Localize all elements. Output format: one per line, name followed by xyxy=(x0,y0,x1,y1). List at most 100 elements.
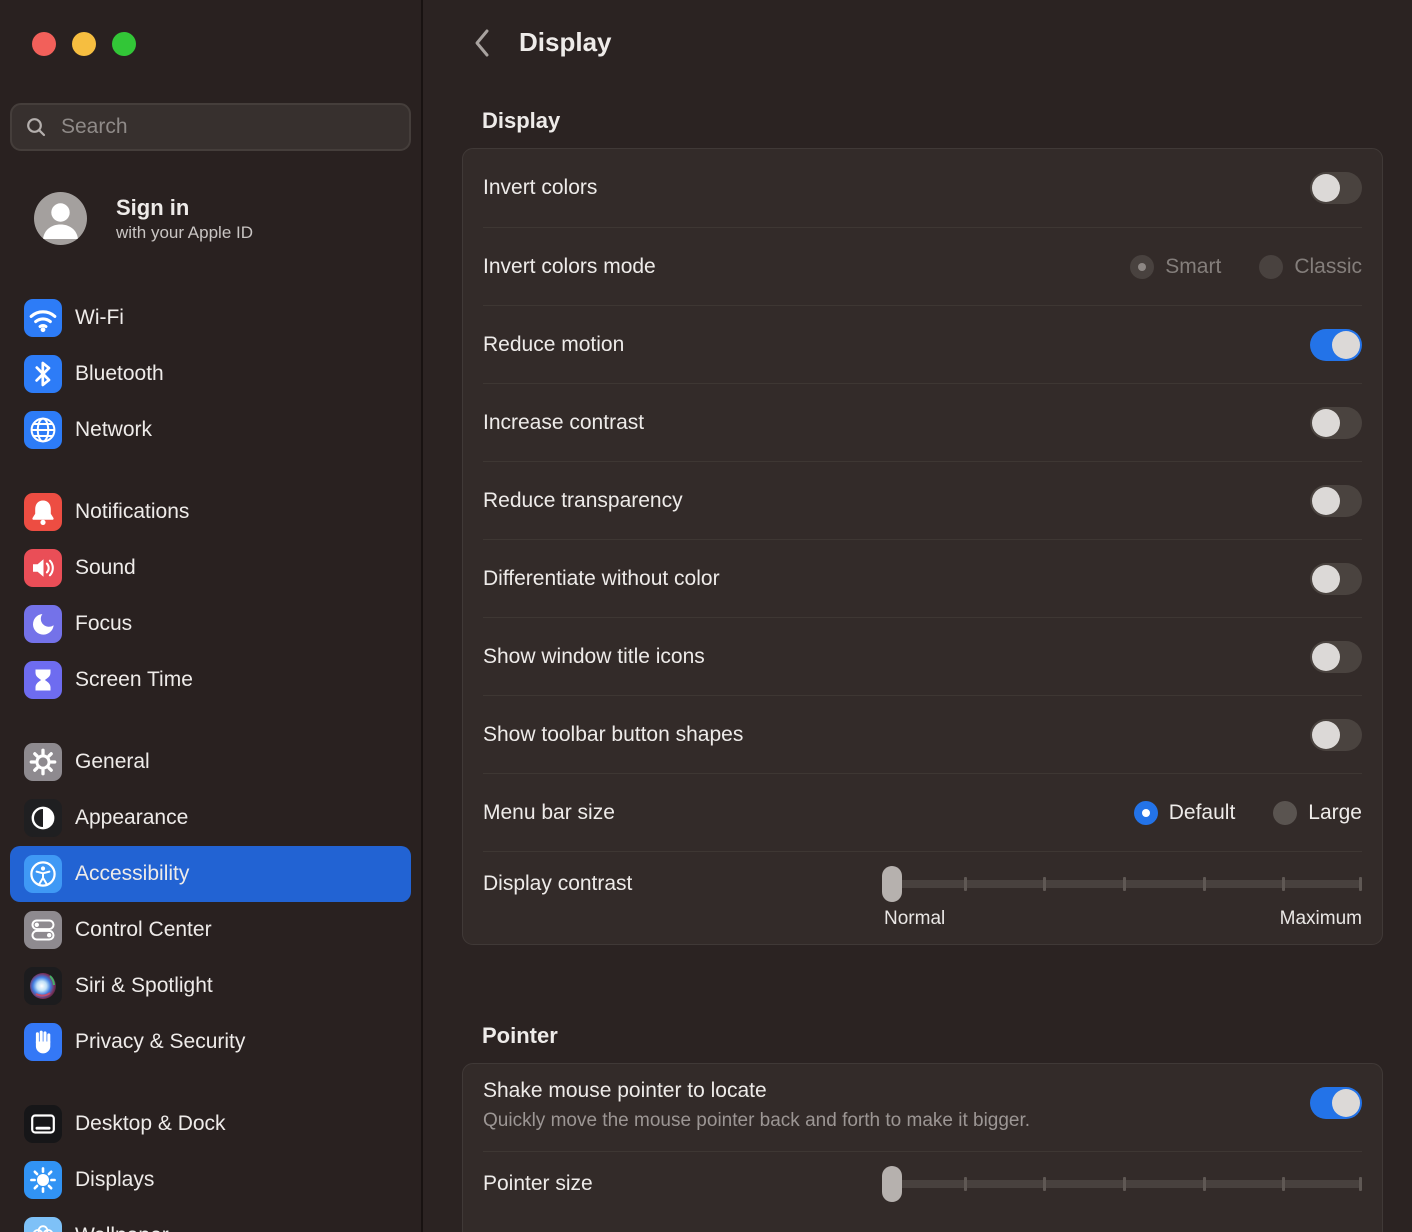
toggle-knob xyxy=(1312,409,1340,437)
row-label-block: Show window title icons xyxy=(483,645,705,669)
show-window-title-icons-toggle[interactable] xyxy=(1310,641,1362,673)
row-label-block: Shake mouse pointer to locateQuickly mov… xyxy=(483,1079,1030,1132)
sidebar-item-label: Control Center xyxy=(75,918,212,942)
radio-selected-icon xyxy=(1130,255,1154,279)
hourglass-icon xyxy=(24,661,62,699)
slider-track-wrap xyxy=(884,866,1362,902)
sidebar-item-accessibility[interactable]: Accessibility xyxy=(10,846,411,902)
bell-icon xyxy=(24,493,62,531)
sidebar-item-control-center[interactable]: Control Center xyxy=(10,902,411,958)
row-invert-colors: Invert colors xyxy=(483,149,1362,227)
toggle-knob xyxy=(1312,643,1340,671)
row-label-block: Invert colors mode xyxy=(483,255,656,279)
sidebar-item-privacy-security[interactable]: Privacy & Security xyxy=(10,1014,411,1070)
sidebar-item-label: Bluetooth xyxy=(75,362,164,386)
slider-tick xyxy=(1043,1177,1046,1191)
row-label: Show window title icons xyxy=(483,645,705,669)
moon-icon xyxy=(24,605,62,643)
signin-subtitle: with your Apple ID xyxy=(116,223,253,243)
invert-colors-mode-radio-group: Smart Classic xyxy=(1130,255,1362,279)
sidebar-item-notifications[interactable]: Notifications xyxy=(10,484,411,540)
sidebar-item-screen-time[interactable]: Screen Time xyxy=(10,652,411,708)
slider-tick xyxy=(964,1177,967,1191)
minimize-button[interactable] xyxy=(72,32,96,56)
row-label-block: Increase contrast xyxy=(483,411,644,435)
slider-tick xyxy=(1203,877,1206,891)
sidebar-item-label: Screen Time xyxy=(75,668,193,692)
slider-range-labels: Normal Maximum xyxy=(884,908,1362,930)
sidebar-item-displays[interactable]: Displays xyxy=(10,1152,411,1208)
sidebar-item-label: Accessibility xyxy=(75,862,189,886)
slider-handle[interactable] xyxy=(882,1166,902,1202)
sidebar-item-wi-fi[interactable]: Wi-Fi xyxy=(10,290,411,346)
zoom-button[interactable] xyxy=(112,32,136,56)
radio-option-label: Classic xyxy=(1294,255,1362,279)
large-radio-option[interactable]: Large xyxy=(1273,801,1362,825)
shake-mouse-pointer-to-locate-toggle[interactable] xyxy=(1310,1087,1362,1119)
speaker-icon xyxy=(24,549,62,587)
row-pointer-size: Pointer size xyxy=(483,1151,1362,1232)
sidebar-item-sound[interactable]: Sound xyxy=(10,540,411,596)
window-controls xyxy=(0,0,421,56)
slider-track[interactable] xyxy=(884,880,1362,888)
close-button[interactable] xyxy=(32,32,56,56)
increase-contrast-toggle[interactable] xyxy=(1310,407,1362,439)
toggle-knob xyxy=(1332,1089,1360,1117)
slider-tick xyxy=(1203,1177,1206,1191)
sidebar-item-focus[interactable]: Focus xyxy=(10,596,411,652)
slider-tick xyxy=(1282,1177,1285,1191)
default-radio-option[interactable]: Default xyxy=(1134,801,1236,825)
sidebar-item-label: Network xyxy=(75,418,152,442)
slider-track[interactable] xyxy=(884,1180,1362,1188)
page-title: Display xyxy=(519,27,612,58)
slider-handle[interactable] xyxy=(882,866,902,902)
siri-icon xyxy=(24,967,62,1005)
search-input[interactable] xyxy=(59,114,397,140)
reduce-motion-toggle[interactable] xyxy=(1310,329,1362,361)
flower-icon xyxy=(24,1217,62,1232)
settings-card: Invert colors Invert colors mode Smart Clas… xyxy=(462,148,1383,945)
toggle-knob xyxy=(1332,331,1360,359)
sidebar-item-wallpaper[interactable]: Wallpaper xyxy=(10,1208,411,1232)
row-label-block: Display contrast xyxy=(483,866,632,902)
slider-track-wrap xyxy=(884,1166,1362,1202)
menu-bar-size-radio-group: Default Large xyxy=(1134,801,1362,825)
differentiate-without-color-toggle[interactable] xyxy=(1310,563,1362,595)
display-contrast-slider: Normal Maximum xyxy=(884,866,1362,930)
signin-title: Sign in xyxy=(116,194,253,222)
row-label: Display contrast xyxy=(483,866,632,902)
slider-max-label: Maximum xyxy=(1280,908,1362,930)
row-label: Differentiate without color xyxy=(483,567,720,591)
sun-icon xyxy=(24,1161,62,1199)
invert-colors-toggle[interactable] xyxy=(1310,172,1362,204)
classic-radio-option[interactable]: Classic xyxy=(1259,255,1362,279)
globe-icon xyxy=(24,411,62,449)
smart-radio-option[interactable]: Smart xyxy=(1130,255,1221,279)
show-toolbar-button-shapes-toggle[interactable] xyxy=(1310,719,1362,751)
sidebar-item-general[interactable]: General xyxy=(10,734,411,790)
back-button[interactable] xyxy=(473,28,491,58)
slider-min-label: Normal xyxy=(884,908,945,930)
row-invert-colors-mode: Invert colors mode Smart Classic xyxy=(483,227,1362,305)
reduce-transparency-toggle[interactable] xyxy=(1310,485,1362,517)
sidebar-item-desktop-dock[interactable]: Desktop & Dock xyxy=(10,1096,411,1152)
sidebar-item-label: Wi-Fi xyxy=(75,306,124,330)
row-label: Reduce transparency xyxy=(483,489,683,513)
row-reduce-motion: Reduce motion xyxy=(483,305,1362,383)
settings-card: Shake mouse pointer to locateQuickly mov… xyxy=(462,1063,1383,1232)
search-field[interactable] xyxy=(10,103,411,151)
apple-id-signin[interactable]: Sign in with your Apple ID xyxy=(34,192,421,245)
search-icon xyxy=(24,115,48,139)
sidebar-nav: Wi-Fi Bluetooth Network NotificationsSound F… xyxy=(0,290,421,1232)
sidebar-item-siri-spotlight[interactable]: Siri & Spotlight xyxy=(10,958,411,1014)
sidebar-item-label: Displays xyxy=(75,1168,154,1192)
sidebar-item-label: Wallpaper xyxy=(75,1224,169,1232)
row-show-window-title-icons: Show window title icons xyxy=(483,617,1362,695)
section-title: Pointer xyxy=(482,1023,1383,1049)
sidebar-item-bluetooth[interactable]: Bluetooth xyxy=(10,346,411,402)
system-settings-window: Sign in with your Apple ID Wi-Fi Bluetoot… xyxy=(0,0,1412,1232)
sidebar-item-network[interactable]: Network xyxy=(10,402,411,458)
sidebar-item-appearance[interactable]: Appearance xyxy=(10,790,411,846)
sidebar-item-label: Focus xyxy=(75,612,132,636)
row-display-contrast: Display contrast Normal Maximum xyxy=(483,851,1362,944)
